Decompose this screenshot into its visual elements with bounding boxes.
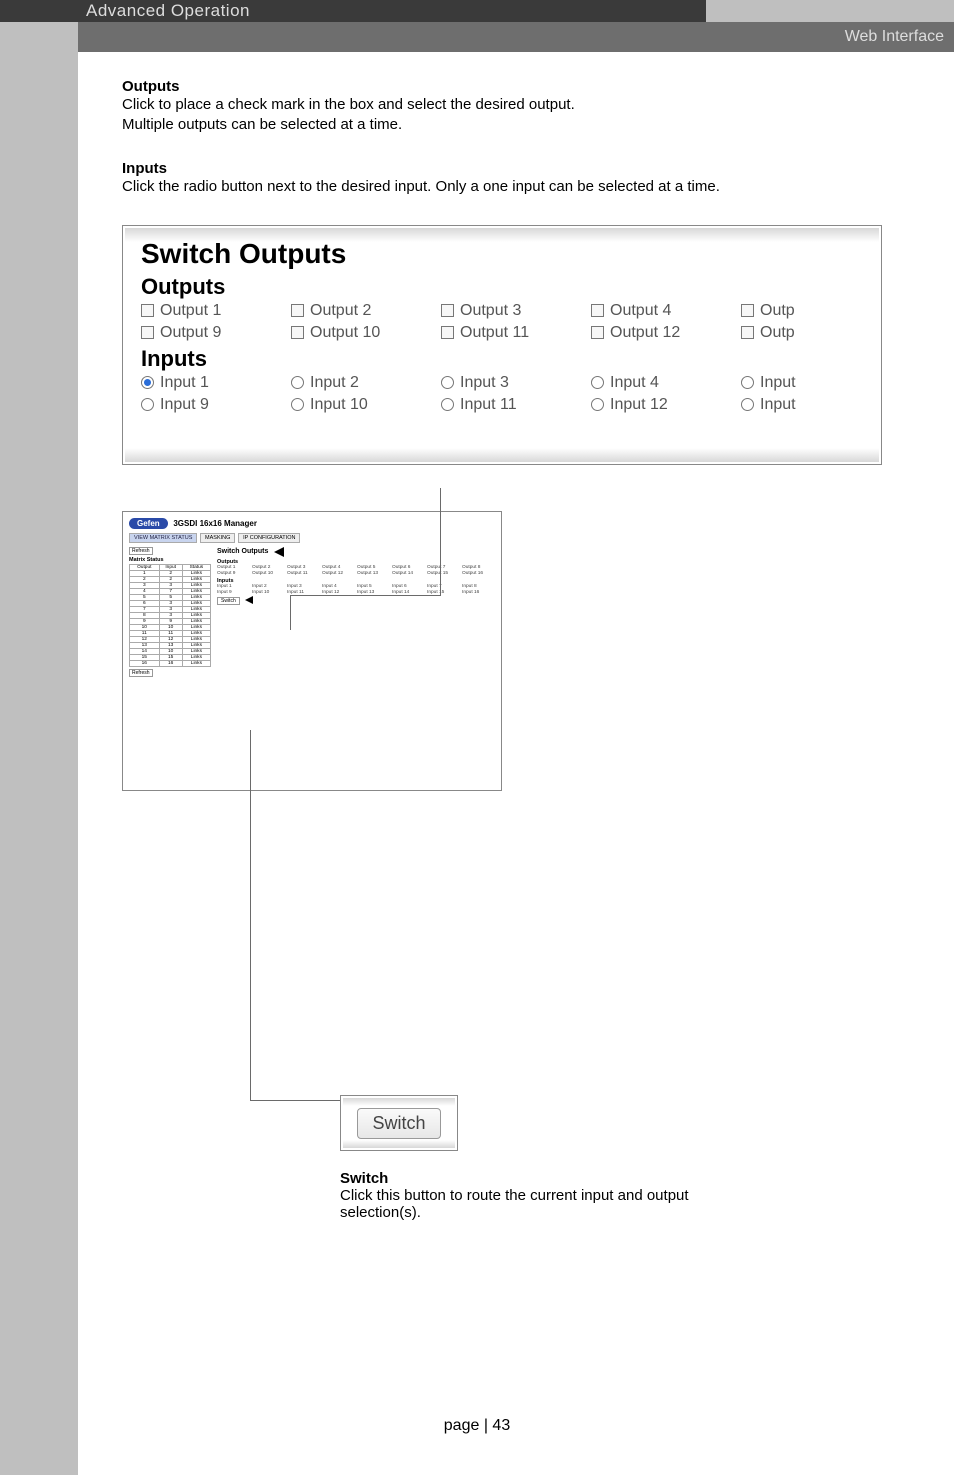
input-radio[interactable]: Input bbox=[741, 396, 801, 414]
switch-outputs-panel: Switch Outputs Outputs Output 1 Output 2… bbox=[122, 225, 882, 465]
radio-icon bbox=[441, 398, 454, 411]
radio-icon bbox=[291, 376, 304, 389]
radio-icon bbox=[141, 376, 154, 389]
tab-masking[interactable]: MASKING bbox=[200, 533, 235, 543]
checkbox-icon bbox=[591, 326, 604, 339]
output-checkbox[interactable]: Outp bbox=[741, 324, 801, 342]
outputs-heading: Outputs bbox=[122, 78, 904, 95]
sub-section-title: Web Interface bbox=[78, 22, 954, 52]
input-radio[interactable]: Input 11 bbox=[441, 396, 591, 414]
switch-button[interactable]: Switch bbox=[357, 1108, 440, 1139]
top-band: Advanced Operation bbox=[0, 0, 954, 22]
output-checkbox[interactable]: Output 3 bbox=[441, 302, 591, 320]
arrow-left-icon bbox=[245, 596, 253, 604]
radio-icon bbox=[441, 376, 454, 389]
matrix-status-heading: Matrix Status bbox=[129, 557, 211, 563]
outputs-text-1: Click to place a check mark in the box a… bbox=[122, 95, 904, 115]
connector-line bbox=[250, 1100, 340, 1101]
panel-outputs-heading: Outputs bbox=[141, 274, 863, 300]
manager-screenshot: Gefen 3GSDI 16x16 Manager VIEW MATRIX ST… bbox=[122, 511, 502, 791]
checkbox-icon bbox=[291, 304, 304, 317]
inputs-grid: Input 1 Input 2 Input 3 Input 4 Input In… bbox=[141, 374, 863, 414]
output-checkbox[interactable]: Output 1 bbox=[141, 302, 291, 320]
input-radio[interactable]: Input 3 bbox=[441, 374, 591, 392]
radio-icon bbox=[741, 398, 754, 411]
table-row: 1515Links bbox=[130, 654, 211, 660]
page-number: page | 43 bbox=[0, 1417, 954, 1435]
radio-icon bbox=[741, 376, 754, 389]
switch-outputs-heading: Switch Outputs bbox=[217, 548, 268, 555]
refresh-button[interactable]: Refresh bbox=[129, 547, 153, 555]
input-radio[interactable]: Input 1 bbox=[141, 374, 291, 392]
radio-icon bbox=[291, 398, 304, 411]
tab-view-matrix-status[interactable]: VIEW MATRIX STATUS bbox=[129, 533, 197, 543]
mgr-switch-button[interactable]: Switch bbox=[217, 597, 240, 605]
radio-icon bbox=[141, 398, 154, 411]
output-checkbox[interactable]: Outp bbox=[741, 302, 801, 320]
checkbox-icon bbox=[741, 326, 754, 339]
mgr-outputs-grid: Output 1Output 2Output 3Output 4Output 5… bbox=[217, 565, 495, 576]
input-radio[interactable]: Input 4 bbox=[591, 374, 741, 392]
panel-title: Switch Outputs bbox=[141, 238, 863, 270]
checkbox-icon bbox=[141, 304, 154, 317]
input-radio[interactable]: Input 10 bbox=[291, 396, 441, 414]
output-checkbox[interactable]: Output 9 bbox=[141, 324, 291, 342]
switch-caption-heading: Switch bbox=[340, 1170, 770, 1187]
matrix-status-table: Output Input Status 12Links 22Links 33Li… bbox=[129, 564, 211, 667]
checkbox-icon bbox=[591, 304, 604, 317]
table-row: 1313Links bbox=[130, 642, 211, 648]
radio-icon bbox=[591, 376, 604, 389]
table-row: 1616Links bbox=[130, 660, 211, 666]
input-radio[interactable]: Input 2 bbox=[291, 374, 441, 392]
manager-left-col: Refresh Matrix Status Output Input Statu… bbox=[129, 547, 211, 677]
outputs-text-2: Multiple outputs can be selected at a ti… bbox=[122, 115, 904, 135]
connector-line bbox=[440, 488, 441, 596]
input-radio[interactable]: Input bbox=[741, 374, 801, 392]
panel-inputs-heading: Inputs bbox=[141, 346, 863, 372]
inputs-text: Click the radio button next to the desir… bbox=[122, 177, 904, 197]
table-row: 1410Links bbox=[130, 648, 211, 654]
switch-button-callout: Switch bbox=[340, 1095, 458, 1151]
table-row: 1111Links bbox=[130, 630, 211, 636]
checkbox-icon bbox=[441, 326, 454, 339]
inputs-heading: Inputs bbox=[122, 160, 904, 177]
checkbox-icon bbox=[141, 326, 154, 339]
output-checkbox[interactable]: Output 12 bbox=[591, 324, 741, 342]
tab-ip-configuration[interactable]: IP CONFIGURATION bbox=[238, 533, 300, 543]
connector-line bbox=[290, 595, 291, 630]
connector-line bbox=[290, 595, 440, 596]
checkbox-icon bbox=[741, 304, 754, 317]
content: Web Interface Outputs Click to place a c… bbox=[78, 22, 954, 1475]
switch-caption: Switch Click this button to route the cu… bbox=[340, 1170, 770, 1221]
refresh-button-bottom[interactable]: Refresh bbox=[129, 669, 153, 677]
output-checkbox[interactable]: Output 4 bbox=[591, 302, 741, 320]
connector-line bbox=[250, 730, 251, 1100]
manager-right-col: Switch Outputs Outputs Output 1Output 2O… bbox=[217, 547, 495, 677]
output-checkbox[interactable]: Output 2 bbox=[291, 302, 441, 320]
checkbox-icon bbox=[441, 304, 454, 317]
radio-icon bbox=[591, 398, 604, 411]
brand-logo: Gefen bbox=[129, 518, 168, 529]
page-section-title: Advanced Operation bbox=[0, 0, 706, 22]
switch-caption-text: Click this button to route the current i… bbox=[340, 1187, 689, 1221]
top-band-right bbox=[706, 0, 954, 22]
outputs-grid: Output 1 Output 2 Output 3 Output 4 Outp… bbox=[141, 302, 863, 342]
input-radio[interactable]: Input 9 bbox=[141, 396, 291, 414]
table-row: 1010Links bbox=[130, 624, 211, 630]
output-checkbox[interactable]: Output 10 bbox=[291, 324, 441, 342]
input-radio[interactable]: Input 12 bbox=[591, 396, 741, 414]
output-checkbox[interactable]: Output 11 bbox=[441, 324, 591, 342]
table-row: 1212Links bbox=[130, 636, 211, 642]
manager-title: 3GSDI 16x16 Manager bbox=[173, 519, 257, 528]
mgr-inputs-grid: Input 1Input 2Input 3Input 4Input 5Input… bbox=[217, 584, 495, 595]
left-margin bbox=[0, 22, 78, 1475]
arrow-left-icon bbox=[274, 547, 284, 557]
checkbox-icon bbox=[291, 326, 304, 339]
